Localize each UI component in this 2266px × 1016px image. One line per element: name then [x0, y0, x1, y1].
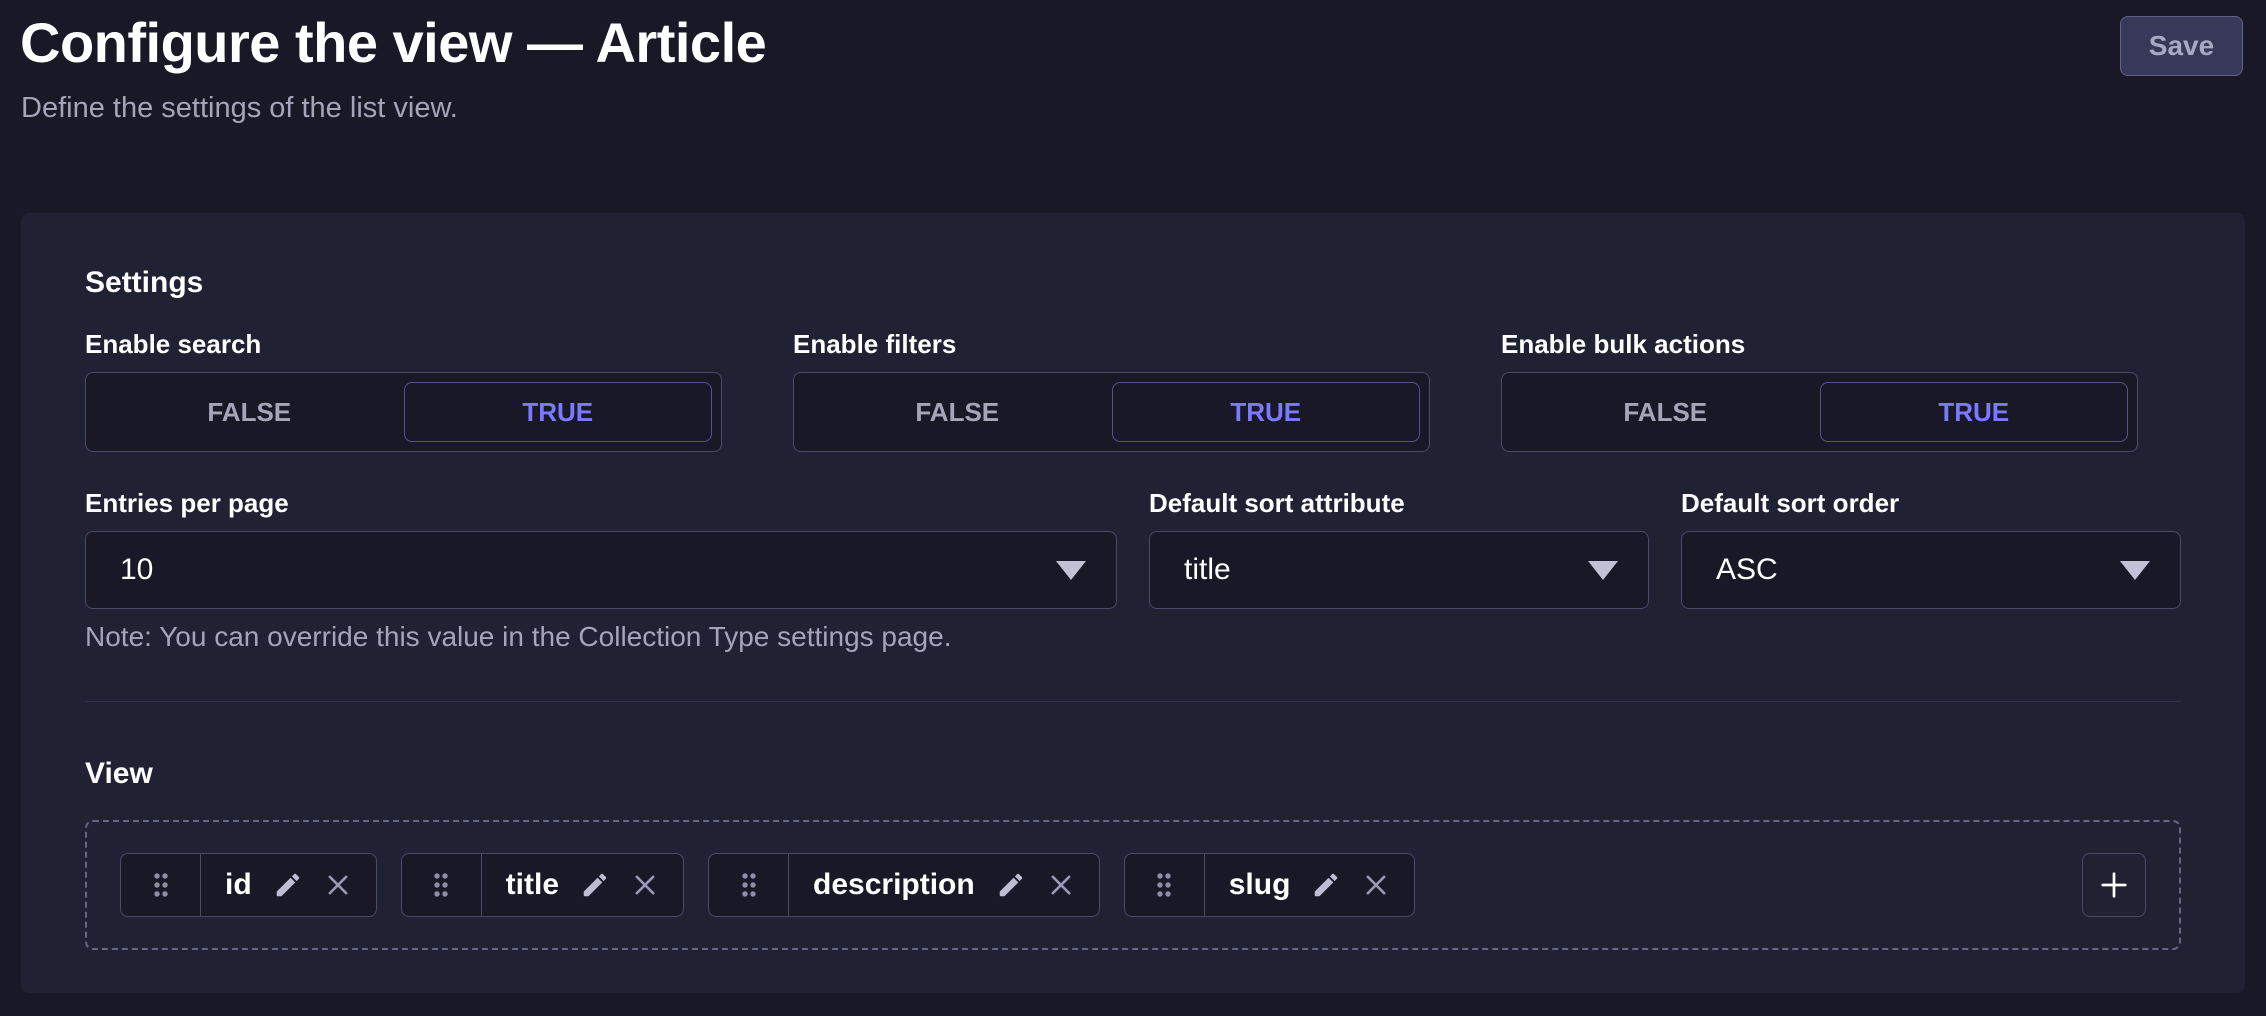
field-pill-label: slug [1229, 868, 1291, 902]
default-sort-order-label: Default sort order [1681, 490, 2181, 516]
drag-handle-icon[interactable] [1125, 854, 1205, 916]
entries-per-page-field: Entries per page 10 [85, 490, 1117, 609]
plus-icon [2096, 867, 2132, 903]
field-pill-body: id [201, 854, 376, 916]
default-sort-order-value: ASC [1716, 553, 2120, 587]
field-pill-slug[interactable]: slug [1124, 853, 1416, 917]
enable-filters-field: Enable filters FALSE TRUE [793, 331, 1430, 452]
drag-handle-icon[interactable] [402, 854, 482, 916]
view-section-heading: View [85, 756, 2181, 792]
settings-card: Settings Enable search FALSE TRUE Enable… [21, 213, 2245, 993]
chevron-down-icon [1588, 561, 1618, 580]
field-pill-label: title [506, 868, 559, 902]
entries-per-page-value: 10 [120, 553, 1056, 587]
page-subtitle: Define the settings of the list view. [21, 92, 458, 125]
field-pill-body: title [482, 854, 683, 916]
chevron-down-icon [2120, 561, 2150, 580]
view-fields-dropzone: id [85, 820, 2181, 950]
field-pill-body: slug [1205, 854, 1415, 916]
entries-per-page-label: Entries per page [85, 490, 1117, 516]
enable-bulk-actions-false-option[interactable]: FALSE [1511, 382, 1820, 442]
default-sort-attribute-select[interactable]: title [1149, 531, 1649, 609]
entries-per-page-note: Note: You can override this value in the… [85, 621, 2181, 653]
settings-section-heading: Settings [85, 265, 2181, 301]
chevron-down-icon [1056, 561, 1086, 580]
enable-search-field: Enable search FALSE TRUE [85, 331, 722, 452]
default-sort-order-select[interactable]: ASC [1681, 531, 2181, 609]
page-title: Configure the view — Article [20, 10, 766, 75]
entries-per-page-select[interactable]: 10 [85, 531, 1117, 609]
enable-filters-true-option[interactable]: TRUE [1112, 382, 1421, 442]
drag-handle-icon[interactable] [709, 854, 789, 916]
enable-search-false-option[interactable]: FALSE [95, 382, 404, 442]
select-row: Entries per page 10 Default sort attribu… [85, 490, 2181, 609]
default-sort-attribute-value: title [1184, 553, 1588, 587]
enable-filters-label: Enable filters [793, 331, 1430, 357]
cross-icon[interactable] [1362, 871, 1390, 899]
enable-bulk-actions-true-option[interactable]: TRUE [1820, 382, 2129, 442]
default-sort-order-field: Default sort order ASC [1681, 490, 2181, 609]
page-header: Configure the view — Article Define the … [0, 0, 2266, 213]
pencil-icon[interactable] [1311, 870, 1341, 900]
enable-bulk-actions-toggle: FALSE TRUE [1501, 372, 2138, 452]
enable-bulk-actions-label: Enable bulk actions [1501, 331, 2138, 357]
field-pill-body: description [789, 854, 1099, 916]
pencil-icon[interactable] [273, 870, 303, 900]
default-sort-attribute-field: Default sort attribute title [1149, 490, 1649, 609]
cross-icon[interactable] [1047, 871, 1075, 899]
enable-search-true-option[interactable]: TRUE [404, 382, 713, 442]
field-pill-label: description [813, 868, 975, 902]
default-sort-attribute-label: Default sort attribute [1149, 490, 1649, 516]
cross-icon[interactable] [324, 871, 352, 899]
toggle-row: Enable search FALSE TRUE Enable filters … [85, 331, 2181, 452]
add-field-button[interactable] [2082, 853, 2146, 917]
enable-filters-toggle: FALSE TRUE [793, 372, 1430, 452]
enable-search-toggle: FALSE TRUE [85, 372, 722, 452]
drag-handle-icon[interactable] [121, 854, 201, 916]
cross-icon[interactable] [631, 871, 659, 899]
field-pill-id[interactable]: id [120, 853, 377, 917]
save-button[interactable]: Save [2120, 16, 2243, 76]
enable-bulk-actions-field: Enable bulk actions FALSE TRUE [1501, 331, 2138, 452]
enable-search-label: Enable search [85, 331, 722, 357]
field-pill-title[interactable]: title [401, 853, 684, 917]
field-pill-description[interactable]: description [708, 853, 1100, 917]
pencil-icon[interactable] [996, 870, 1026, 900]
field-pill-label: id [225, 868, 252, 902]
section-divider [85, 701, 2181, 702]
enable-filters-false-option[interactable]: FALSE [803, 382, 1112, 442]
pencil-icon[interactable] [580, 870, 610, 900]
